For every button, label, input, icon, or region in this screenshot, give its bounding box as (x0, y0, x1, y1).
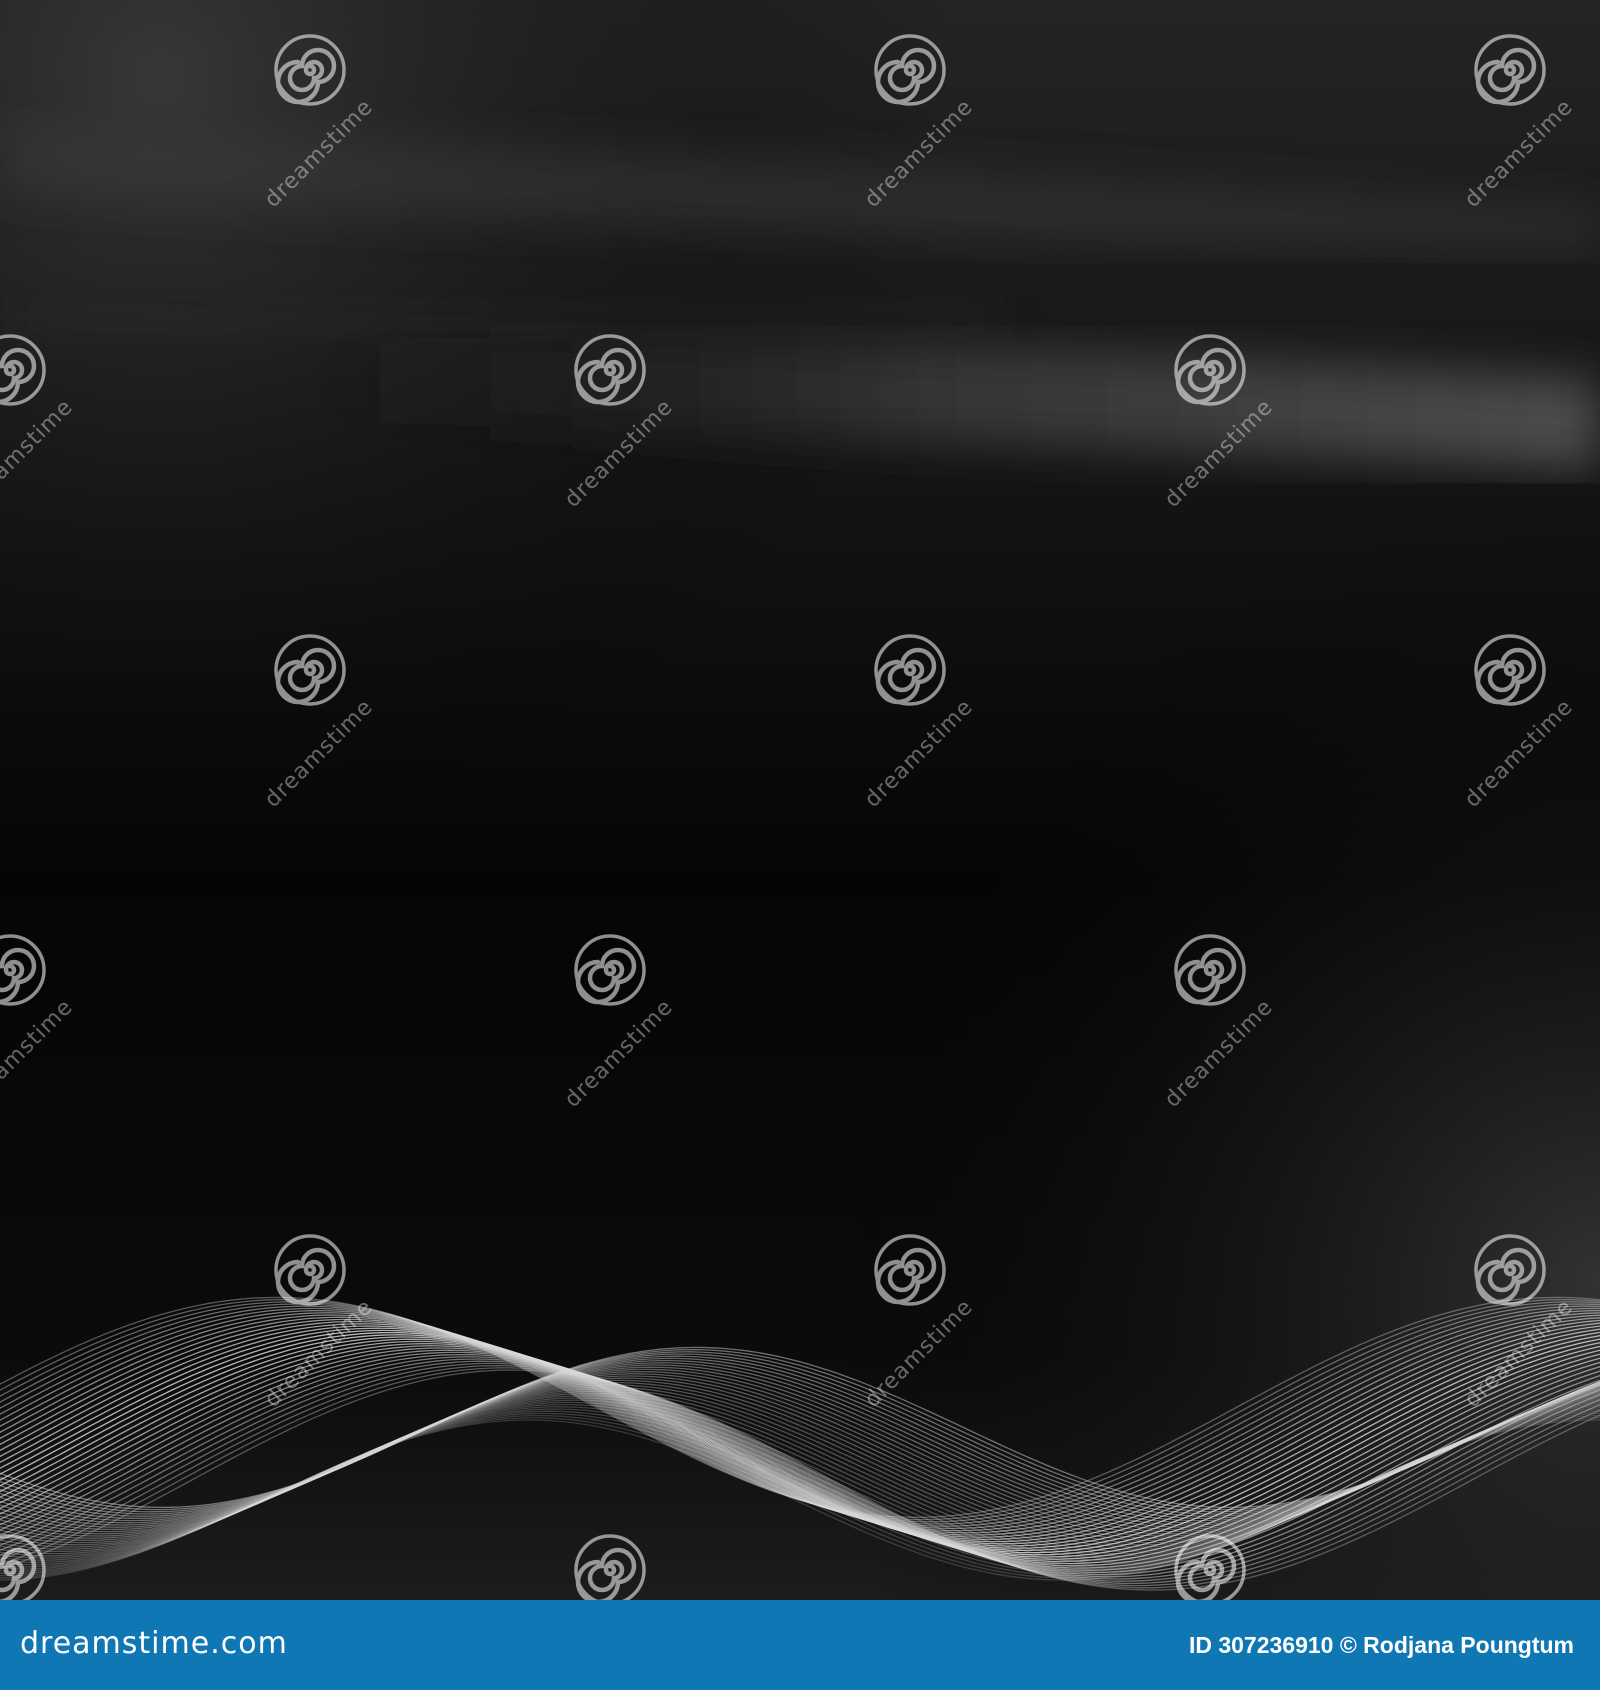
credit-bar: dreamstime.com ID 307236910 © Rodjana Po… (0, 1600, 1600, 1690)
abstract-wave-background (0, 0, 1600, 1600)
brand-logo-text[interactable]: dreamstime.com (20, 1626, 288, 1661)
stock-image: dreamstime dreamstime dreamstime dreamstime… (0, 0, 1600, 1600)
page: dreamstime dreamstime dreamstime dreamstime… (0, 0, 1600, 1690)
image-credit: ID 307236910 © Rodjana Poungtum (1188, 1632, 1574, 1658)
